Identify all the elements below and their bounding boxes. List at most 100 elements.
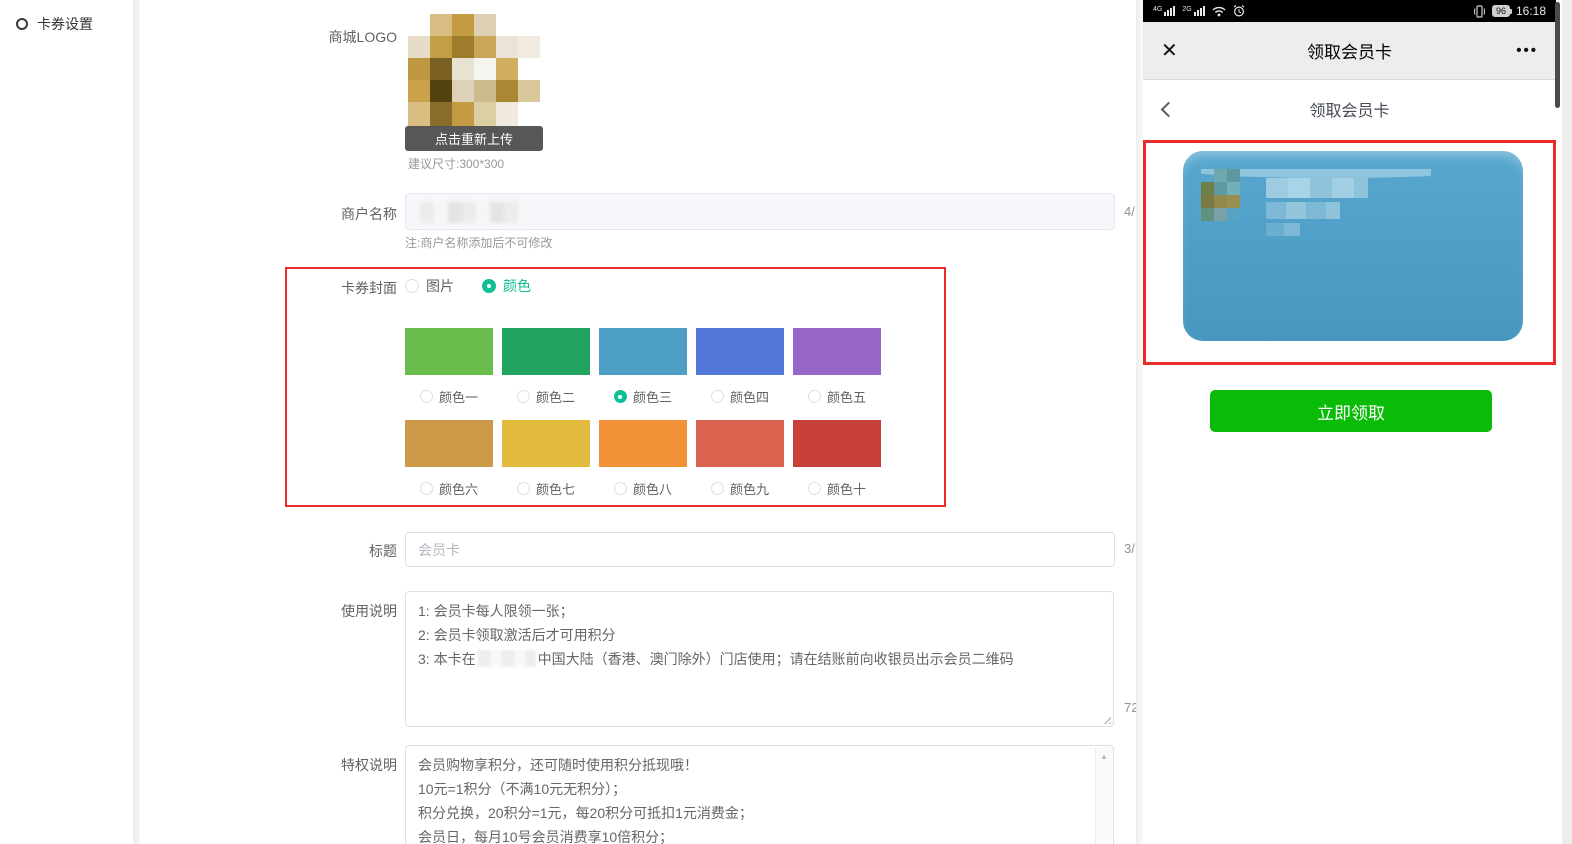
member-card-preview[interactable] [1183, 151, 1523, 341]
color-swatch-4[interactable] [696, 328, 784, 375]
cover-type-options: 图片 颜色 [405, 276, 531, 296]
color-swatch-row-2: 颜色六 颜色七 颜色八 颜色九 [405, 420, 881, 498]
sidebar-divider [133, 0, 140, 844]
color-option-7: 颜色七 [502, 420, 590, 498]
phone-preview-panel: 4G 2G 96 [1143, 0, 1556, 844]
usage-textarea[interactable]: 1: 会员卡每人限领一张； 2: 会员卡领取激活后才可用积分 3: 本卡在中国大… [405, 591, 1114, 727]
radio-unselected-icon[interactable] [808, 482, 821, 495]
color-swatch-9[interactable] [696, 420, 784, 467]
color-label-10: 颜色十 [827, 479, 866, 498]
merchant-name-input[interactable] [405, 193, 1115, 230]
cover-option-color[interactable]: 颜色 [482, 276, 531, 296]
color-swatch-2[interactable] [502, 328, 590, 375]
color-label-6: 颜色六 [439, 479, 478, 498]
color-swatch-1[interactable] [405, 328, 493, 375]
color-radio-8[interactable]: 颜色八 [599, 479, 687, 498]
color-label-7: 颜色七 [536, 479, 575, 498]
color-swatch-8[interactable] [599, 420, 687, 467]
logo-label: 商城LOGO [257, 27, 397, 47]
battery-icon: 96 [1492, 5, 1510, 17]
color-radio-10[interactable]: 颜色十 [793, 479, 881, 498]
title-input-value: 会员卡 [418, 540, 460, 560]
usage-label: 使用说明 [257, 601, 397, 621]
censored-merchant-name [420, 202, 532, 223]
color-radio-3[interactable]: 颜色三 [599, 387, 687, 406]
privilege-line-2: 10元=1积分（不满10元无积分）； [418, 777, 1085, 801]
network-2g-label: 2G [1182, 6, 1191, 13]
radio-unselected-icon[interactable] [420, 482, 433, 495]
phone-status-bar: 4G 2G 96 [1143, 0, 1556, 22]
radio-selected-icon[interactable] [614, 390, 627, 403]
cover-option-color-label: 颜色 [503, 276, 531, 296]
color-radio-9[interactable]: 颜色九 [696, 479, 784, 498]
page-header: 领取会员卡 [1143, 80, 1556, 138]
privilege-label: 特权说明 [257, 755, 397, 775]
scroll-up-arrow-icon[interactable]: ▲ [1096, 749, 1112, 765]
usage-line-3: 3: 本卡在中国大陆（香港、澳门除外）门店使用；请在结账前向收银员出示会员二维码 [418, 647, 1101, 671]
color-swatch-3[interactable] [599, 328, 687, 375]
censored-card-logo-and-text [1201, 169, 1431, 265]
color-option-10: 颜色十 [793, 420, 881, 498]
radio-selected-icon[interactable] [482, 279, 496, 293]
color-radio-4[interactable]: 颜色四 [696, 387, 784, 406]
color-radio-2[interactable]: 颜色二 [502, 387, 590, 406]
vibrate-icon [1473, 5, 1486, 18]
app-window: 卡券设置 商城LOGO 点击重新上传 建议尺寸:300*300 商户名称 4/ … [0, 0, 1572, 844]
radio-unselected-icon[interactable] [405, 279, 419, 293]
censored-logo-image [408, 14, 540, 126]
more-menu-icon[interactable]: ••• [1516, 42, 1538, 59]
privilege-textarea[interactable]: 会员购物享积分，还可随时使用积分抵现哦！ 10元=1积分（不满10元无积分）； … [405, 745, 1114, 844]
signal-4g-icon: 4G [1153, 6, 1175, 16]
color-option-8: 颜色八 [599, 420, 687, 498]
page-header-title: 领取会员卡 [1143, 97, 1556, 121]
status-time: 16:18 [1516, 4, 1546, 18]
color-option-2: 颜色二 [502, 328, 590, 406]
color-swatch-7[interactable] [502, 420, 590, 467]
radio-unselected-icon[interactable] [517, 482, 530, 495]
cover-option-image-label: 图片 [426, 276, 454, 296]
sidebar-item-label: 卡券设置 [37, 14, 93, 34]
color-label-1: 颜色一 [439, 387, 478, 406]
title-counter: 3/ [1124, 541, 1135, 556]
wechat-header: ✕ 领取会员卡 ••• [1143, 22, 1556, 80]
merchant-name-counter: 4/ [1124, 204, 1135, 219]
sidebar-item-card-settings[interactable]: 卡券设置 [0, 0, 133, 34]
color-swatch-6[interactable] [405, 420, 493, 467]
color-label-4: 颜色四 [730, 387, 769, 406]
color-swatch-5[interactable] [793, 328, 881, 375]
usage-line-2: 2: 会员卡领取激活后才可用积分 [418, 623, 1101, 647]
color-swatch-10[interactable] [793, 420, 881, 467]
textarea-resize-handle[interactable] [1101, 714, 1111, 724]
logo-uploader[interactable]: 点击重新上传 [408, 14, 540, 151]
color-label-5: 颜色五 [827, 387, 866, 406]
highlight-box-card-preview [1143, 140, 1556, 365]
radio-unselected-icon[interactable] [711, 390, 724, 403]
claim-now-button[interactable]: 立即领取 [1210, 390, 1492, 432]
radio-unselected-icon[interactable] [808, 390, 821, 403]
radio-unselected-icon[interactable] [517, 390, 530, 403]
color-label-3: 颜色三 [633, 387, 672, 406]
card-cover-label: 卡券封面 [257, 278, 397, 298]
privilege-line-4: 会员日，每月10号会员消费享10倍积分； [418, 825, 1085, 844]
title-input[interactable]: 会员卡 [405, 532, 1115, 567]
page-scrollbar-thumb[interactable] [1555, 2, 1560, 108]
color-option-9: 颜色九 [696, 420, 784, 498]
radio-circle-icon [16, 18, 28, 30]
color-option-3: 颜色三 [599, 328, 687, 406]
color-radio-6[interactable]: 颜色六 [405, 479, 493, 498]
color-radio-5[interactable]: 颜色五 [793, 387, 881, 406]
color-radio-7[interactable]: 颜色七 [502, 479, 590, 498]
radio-unselected-icon[interactable] [420, 390, 433, 403]
radio-unselected-icon[interactable] [711, 482, 724, 495]
page-scrollbar-track[interactable] [1562, 0, 1572, 844]
title-label: 标题 [257, 541, 397, 561]
privilege-line-3: 积分兑换，20积分=1元，每20积分可抵扣1元消费金； [418, 801, 1085, 825]
color-radio-1[interactable]: 颜色一 [405, 387, 493, 406]
usage-line-3-prefix: 3: 本卡在 [418, 651, 476, 667]
reupload-button[interactable]: 点击重新上传 [405, 126, 543, 151]
radio-unselected-icon[interactable] [614, 482, 627, 495]
cover-option-image[interactable]: 图片 [405, 276, 454, 296]
color-option-1: 颜色一 [405, 328, 493, 406]
color-option-5: 颜色五 [793, 328, 881, 406]
textarea-scrollbar[interactable]: ▲ [1095, 747, 1112, 844]
